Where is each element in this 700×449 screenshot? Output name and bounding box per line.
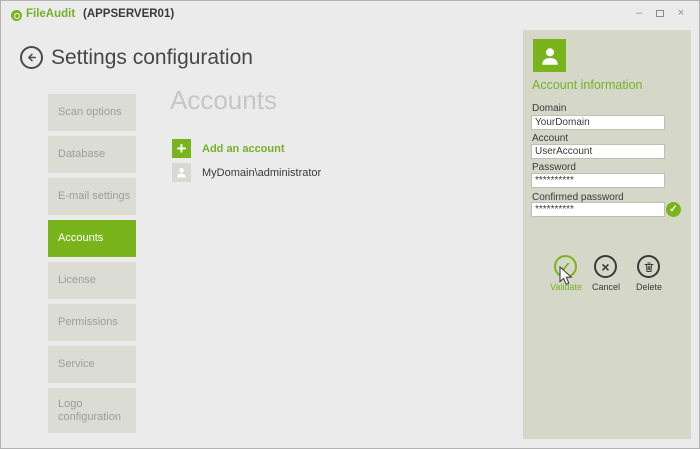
mouse-cursor [559,266,574,286]
account-name: MyDomain\administrator [202,167,321,179]
sidebar-item-scan-options[interactable]: Scan options [48,94,136,131]
maximize-icon[interactable] [654,7,666,19]
password-input[interactable] [531,173,665,188]
sidebar-item-database[interactable]: Database [48,136,136,173]
sidebar-item-logo-configuration[interactable]: Logo configuration [48,388,136,433]
back-button[interactable] [20,46,43,69]
delete-label: Delete [624,282,674,292]
check-circle-icon: ✓ [666,202,681,217]
add-account-label: Add an account [202,143,285,155]
delete-button[interactable] [637,255,660,278]
account-label: Account [532,133,568,144]
x-icon: × [601,260,609,274]
account-input[interactable] [531,144,665,159]
sidebar-item-email-settings[interactable]: E-mail settings [48,178,136,215]
minimize-icon[interactable]: – [633,7,645,19]
host-title: (APPSERVER01) [83,8,174,20]
window-controls: – × [633,7,687,19]
account-avatar-icon [533,39,566,72]
add-account-button[interactable]: + Add an account [172,139,285,158]
title-bar: FileAudit (APPSERVER01) – × [1,1,699,27]
panel-title: Account information [532,78,642,92]
page-title: Settings configuration [51,46,253,70]
person-icon [172,163,191,182]
cancel-button[interactable]: × [594,255,617,278]
plus-icon: + [172,139,191,158]
account-list-item[interactable]: MyDomain\administrator [172,163,321,182]
app-window: FileAudit (APPSERVER01) – × Settings con… [0,0,700,449]
domain-label: Domain [532,103,566,114]
trash-icon [643,261,655,273]
section-title: Accounts [170,85,277,116]
account-information-panel: Account information Domain Account Passw… [523,30,691,439]
sidebar-item-service[interactable]: Service [48,346,136,383]
domain-input[interactable] [531,115,665,130]
sidebar: Scan options Database E-mail settings Ac… [48,94,136,438]
confirmed-password-input[interactable] [531,202,665,217]
sidebar-item-accounts[interactable]: Accounts [48,220,136,257]
password-label: Password [532,162,576,173]
close-icon[interactable]: × [675,7,687,19]
fileaudit-logo-icon [11,10,22,21]
sidebar-item-license[interactable]: License [48,262,136,299]
left-arrow-icon [25,51,38,64]
app-title: FileAudit [26,8,75,20]
sidebar-item-permissions[interactable]: Permissions [48,304,136,341]
